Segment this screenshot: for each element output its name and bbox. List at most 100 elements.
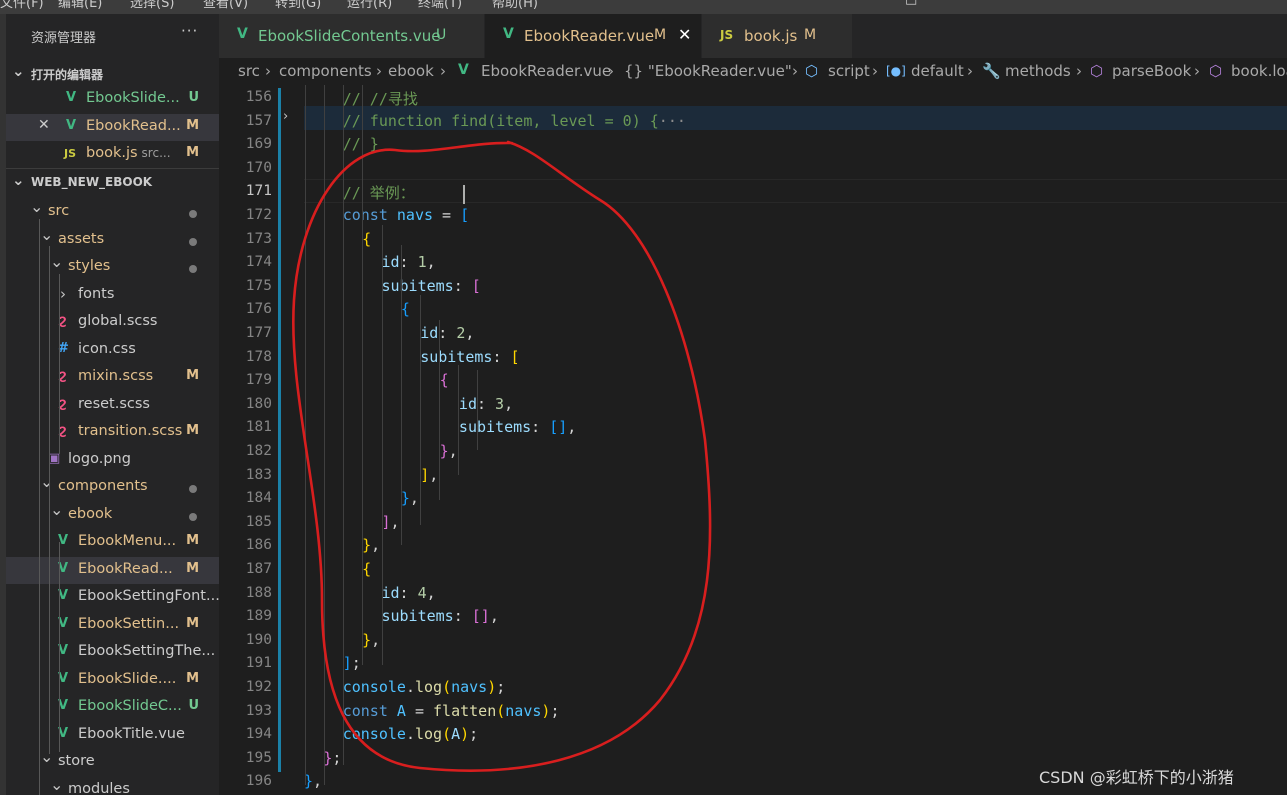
tree-item-icon-css[interactable]: # icon.css [6, 337, 219, 364]
chevron-right-icon: › [608, 62, 614, 80]
tree-item-ebooksettin[interactable]: V EbookSettin... M [6, 612, 219, 639]
menu-item[interactable]: 文件(F) [0, 0, 44, 11]
git-status-badge: M [804, 27, 817, 43]
tab-book-js[interactable]: JS book.js M [702, 14, 852, 58]
method-icon: ⬡ [1090, 62, 1104, 80]
code-token: navs [396, 206, 434, 224]
open-editors-header[interactable]: ⌄ 打开的编辑器 [6, 62, 219, 86]
tree-item-ebookmenu[interactable]: V EbookMenu... M [6, 529, 219, 556]
code-token: ( [496, 701, 506, 720]
tree-item-styles[interactable]: ⌄ styles [6, 254, 219, 281]
breadcrumb-item[interactable]: components [279, 62, 372, 80]
code-token: ] [420, 465, 430, 484]
breadcrumb-item[interactable]: {} "EbookReader.vue" [624, 62, 792, 80]
breadcrumb-item[interactable]: EbookReader.vue [481, 62, 611, 80]
code-line: console.log(A); [343, 725, 478, 743]
code-line: }, [362, 536, 380, 554]
git-change-indicator [278, 88, 281, 773]
tree-item-ebook[interactable]: ⌄ ebook [6, 502, 219, 529]
breadcrumb-item[interactable]: ebook [388, 62, 434, 80]
close-icon[interactable]: ✕ [678, 25, 691, 44]
tree-item-ebookread[interactable]: V EbookRead... M [6, 556, 219, 584]
breadcrumb-item[interactable]: book.loa [1231, 62, 1287, 80]
chevron-right-icon[interactable]: › [283, 109, 288, 124]
vue-icon: V [237, 26, 248, 42]
vscode-window: 文件(F) 编辑(E) 选择(S) 查看(V) 转到(G) 运行(R) 终端(T) 帮助(H)… [0, 0, 1287, 795]
explorer-sidebar: 资源管理器 ··· ⌄ 打开的编辑器 V EbookSlide... U ✕ V EbookR… [6, 14, 219, 795]
file-name: transition.scss [78, 423, 183, 439]
code-line: ], [381, 513, 399, 531]
menu-item[interactable]: 运行(R) [347, 0, 392, 11]
chevron-right-icon: › [60, 284, 66, 303]
line-number: 172 [245, 207, 272, 223]
tree-item-src[interactable]: ⌄ src [6, 199, 219, 226]
menu-item[interactable]: 查看(V) [203, 0, 248, 11]
menu-item[interactable]: 帮助(H) [492, 0, 538, 11]
tree-item-ebooksettingfont[interactable]: V EbookSettingFont... [6, 584, 219, 611]
tab-label: book.js [744, 27, 798, 45]
code-token: [ [460, 206, 470, 224]
open-editor-item[interactable]: JS book.js src... M [6, 141, 219, 168]
code-token: log [414, 678, 443, 696]
maximize-icon[interactable]: □ [905, 0, 917, 7]
tree-item-components[interactable]: ⌄ components [6, 474, 219, 501]
code-token: . [405, 678, 415, 696]
tree-item-store[interactable]: ⌄ store [6, 749, 219, 776]
tree-item-ebooktitle-vue[interactable]: V EbookTitle.vue [6, 722, 219, 749]
chevron-right-icon: › [1194, 62, 1200, 80]
chevron-down-icon: ⌄ [12, 62, 25, 80]
code-token: , [313, 772, 323, 791]
indent-guide [39, 219, 40, 795]
code-token: // } [342, 135, 379, 154]
file-name: EbookSlide... [86, 90, 180, 106]
menu-item[interactable]: 选择(S) [130, 0, 174, 11]
more-actions-icon[interactable]: ··· [181, 22, 198, 40]
code-token: flatten [433, 701, 497, 720]
code-token: id [381, 253, 400, 272]
tree-item-reset-scss[interactable]: ϩ reset.scss [6, 392, 219, 419]
code-token: navs [505, 701, 542, 720]
breadcrumb-item[interactable]: parseBook [1112, 62, 1191, 80]
chevron-right-icon: › [265, 62, 271, 80]
code-line: // 举例： [343, 182, 415, 203]
code-token: . [405, 725, 415, 744]
breadcrumb-item[interactable]: src [238, 62, 260, 80]
open-editor-item[interactable]: ✕ V EbookRead... M [6, 114, 219, 141]
cube-icon: ⬡ [805, 62, 819, 80]
breadcrumb-item[interactable]: methods [1005, 62, 1071, 80]
menu-item[interactable]: 终端(T) [418, 0, 462, 11]
tree-item-transition-scss[interactable]: ϩ transition.scss M [6, 419, 219, 446]
file-name: EbookSettingThe... [78, 643, 216, 659]
tree-item-fonts[interactable]: › fonts [6, 282, 219, 309]
file-name-text: book.js [86, 145, 138, 161]
code-line: { [362, 230, 371, 248]
tree-item-assets[interactable]: ⌄ assets [6, 227, 219, 254]
line-number: 191 [245, 655, 272, 672]
minimize-icon[interactable]: — [872, 0, 885, 7]
line-number: 157 [245, 112, 272, 129]
tree-item-ebooksettingthe[interactable]: V EbookSettingThe... [6, 639, 219, 666]
chevron-right-icon: › [967, 62, 973, 80]
tree-item-modules[interactable]: ⌄ modules [6, 777, 219, 795]
project-header[interactable]: ⌄ WEB_NEW_EBOOK [6, 171, 219, 195]
tab-ebook-slide-contents[interactable]: V EbookSlideContents.vue U [219, 14, 484, 58]
chevron-down-icon: ⌄ [12, 171, 25, 189]
code-editor[interactable]: › 156 // //寻找 157 // function find(item, le… [219, 85, 1287, 795]
menu-item[interactable]: 转到(G) [275, 0, 321, 11]
tab-ebook-reader[interactable]: V EbookReader.vue M ✕ [485, 14, 701, 58]
modified-dot [189, 485, 197, 493]
close-icon[interactable]: ✕ [38, 117, 50, 133]
menu-item[interactable]: 编辑(E) [58, 0, 102, 11]
code-line: id: 3, [459, 395, 513, 413]
open-editor-item[interactable]: V EbookSlide... U [6, 86, 219, 113]
breadcrumb-item[interactable]: script [828, 62, 870, 80]
tree-item-global-scss[interactable]: ϩ global.scss [6, 309, 219, 336]
code-token: 1 [417, 253, 427, 272]
tree-item-logo-png[interactable]: ▣ logo.png [6, 447, 219, 474]
tree-item-mixin-scss[interactable]: ϩ mixin.scss M [6, 364, 219, 391]
tree-item-ebookslide[interactable]: V EbookSlide.... M [6, 667, 219, 694]
tree-item-ebookslidec[interactable]: V EbookSlideC... U [6, 694, 219, 721]
breadcrumb-item[interactable]: default [911, 62, 964, 80]
code-token: A [396, 701, 406, 720]
section-divider [6, 168, 219, 169]
